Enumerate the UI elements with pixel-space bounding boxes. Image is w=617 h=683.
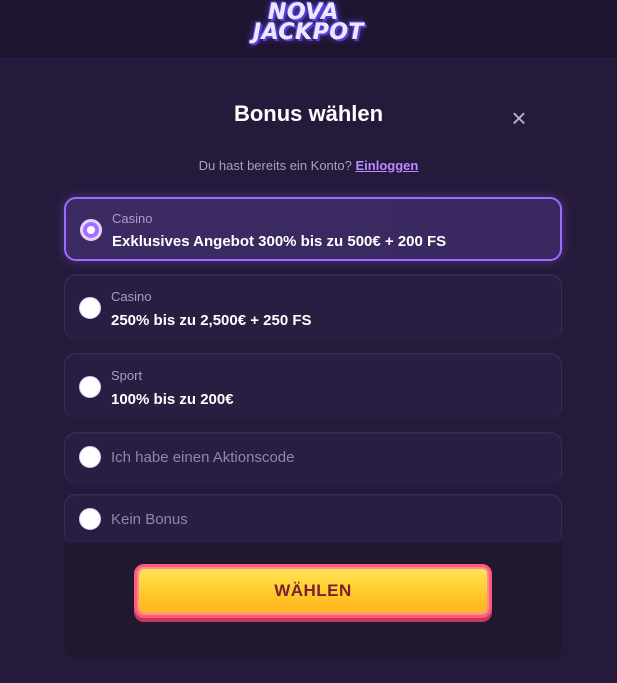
radio-button-selected[interactable] — [80, 219, 102, 241]
radio-button[interactable] — [79, 446, 101, 468]
login-link[interactable]: Einloggen — [356, 158, 419, 173]
choose-button[interactable]: WÄHLEN — [134, 564, 492, 618]
bonus-option-promo-code[interactable]: Ich habe einen Aktionscode — [64, 432, 562, 484]
bonus-option-sport[interactable]: Sport 100% bis zu 200€ — [64, 353, 562, 419]
logo-line-2: JACKPOT — [252, 20, 365, 45]
radio-button[interactable] — [79, 508, 101, 530]
login-prompt-text: Du hast bereits ein Konto? — [198, 158, 352, 173]
nova-jackpot-logo[interactable]: NOVA JACKPOT — [0, 2, 617, 44]
bonus-option-casino-exclusive[interactable]: Casino Exklusives Angebot 300% bis zu 50… — [64, 197, 562, 261]
bonus-option-casino[interactable]: Casino 250% bis zu 2,500€ + 250 FS — [64, 274, 562, 340]
close-icon[interactable]: × — [506, 105, 532, 132]
radio-button[interactable] — [79, 376, 101, 398]
option-category: Casino — [111, 289, 152, 304]
option-label: Ich habe einen Aktionscode — [111, 449, 295, 466]
top-bar: NOVA JACKPOT — [0, 0, 617, 59]
option-label: 100% bis zu 200€ — [111, 391, 234, 408]
bonus-option-no-bonus[interactable]: Kein Bonus — [64, 494, 562, 544]
radio-button[interactable] — [79, 297, 101, 319]
option-category: Casino — [112, 211, 153, 226]
option-label: Kein Bonus — [111, 511, 188, 528]
option-label: 250% bis zu 2,500€ + 250 FS — [111, 312, 312, 329]
option-category: Sport — [111, 368, 143, 383]
option-label: Exklusives Angebot 300% bis zu 500€ + 20… — [112, 233, 447, 250]
login-prompt: Du hast bereits ein Konto? Einloggen — [0, 158, 617, 173]
